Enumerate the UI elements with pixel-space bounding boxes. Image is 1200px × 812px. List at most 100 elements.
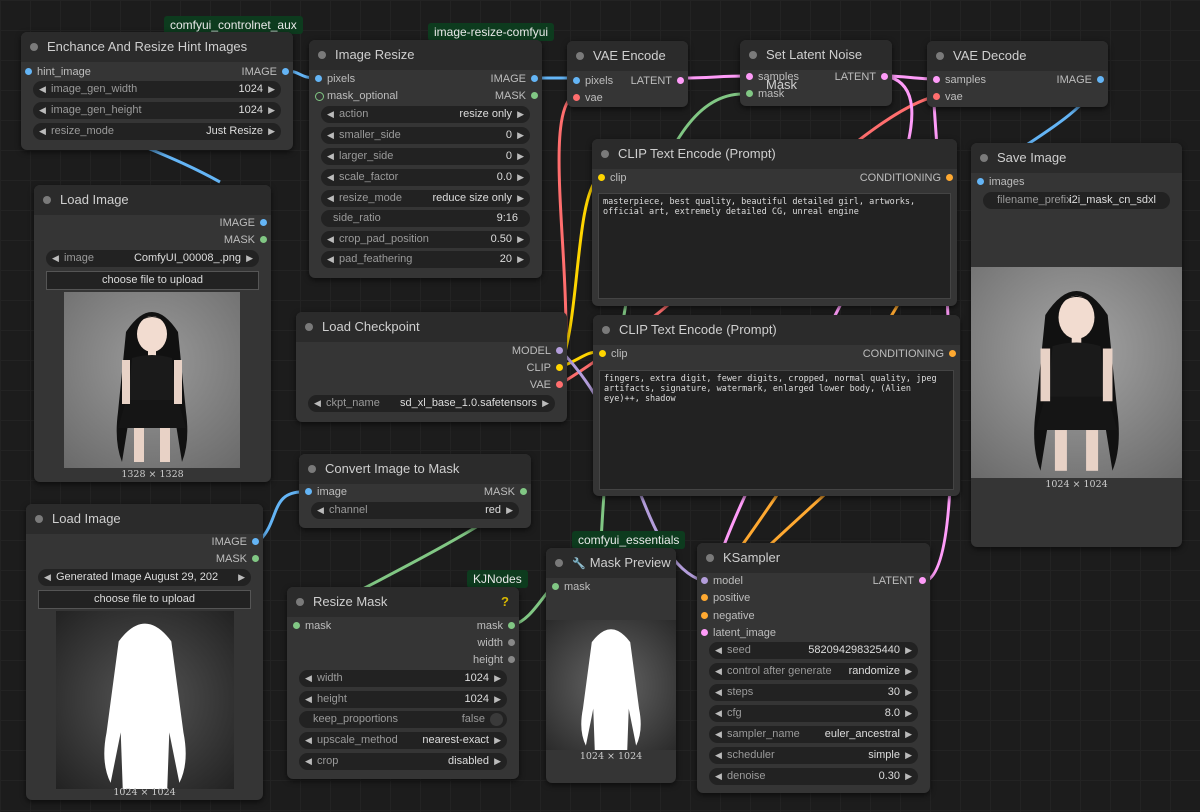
output-conditioning[interactable]: CONDITIONING <box>863 346 956 362</box>
input-negative[interactable]: negative <box>701 608 755 624</box>
input-model[interactable]: model <box>701 573 743 589</box>
widget-side-ratio[interactable]: side_ratio 9:16 <box>321 210 530 227</box>
node-title[interactable]: Image Resize <box>309 40 542 70</box>
increment-arrow[interactable]: ▶ <box>494 670 501 687</box>
widget-seed[interactable]: ◀ seed 582094298325440 ▶ <box>709 642 918 659</box>
widget-pad-feathering[interactable]: ◀ pad_feathering 20 ▶ <box>321 251 530 268</box>
decrement-arrow[interactable]: ◀ <box>327 190 334 207</box>
increment-arrow[interactable]: ▶ <box>517 127 524 144</box>
increment-arrow[interactable]: ▶ <box>905 747 912 764</box>
pin-conditioning[interactable] <box>701 612 708 619</box>
increment-arrow[interactable]: ▶ <box>268 123 275 140</box>
node-title[interactable]: CLIP Text Encode (Prompt) <box>593 315 960 345</box>
increment-arrow[interactable]: ▶ <box>905 705 912 722</box>
widget-ckpt-name[interactable]: ◀ ckpt_name sd_xl_base_1.0.safetensors ▶ <box>308 395 555 412</box>
pin-latent[interactable] <box>677 77 684 84</box>
decrement-arrow[interactable]: ◀ <box>327 231 334 248</box>
collapse-dot[interactable] <box>749 51 757 59</box>
input-mask[interactable]: mask <box>746 86 784 102</box>
node-mask-preview[interactable]: 🔧 Mask Preview mask 1024 × 1024 <box>546 548 676 783</box>
increment-arrow[interactable]: ▶ <box>494 732 501 749</box>
node-save-image[interactable]: Save Image images filename_prefix i2i_mas… <box>971 143 1182 547</box>
decrement-arrow[interactable]: ◀ <box>39 123 46 140</box>
input-hint-image[interactable]: hint_image <box>25 64 91 80</box>
input-vae[interactable]: vae <box>573 90 603 106</box>
widget-width[interactable]: ◀ width 1024 ▶ <box>299 670 507 687</box>
node-title[interactable]: KSampler <box>697 543 930 573</box>
pin-mask[interactable] <box>315 92 324 101</box>
node-title[interactable]: Save Image <box>971 143 1182 173</box>
collapse-dot[interactable] <box>308 465 316 473</box>
collapse-dot[interactable] <box>555 559 563 567</box>
increment-arrow[interactable]: ▶ <box>494 753 501 770</box>
widget-resize-mode[interactable]: ◀ resize_mode reduce size only ▶ <box>321 190 530 207</box>
widget-crop-pad-position[interactable]: ◀ crop_pad_position 0.50 ▶ <box>321 231 530 248</box>
help-icon[interactable]: ? <box>501 587 509 617</box>
widget-larger-side[interactable]: ◀ larger_side 0 ▶ <box>321 148 530 165</box>
collapse-dot[interactable] <box>318 51 326 59</box>
increment-arrow[interactable]: ▶ <box>246 250 253 267</box>
input-pixels[interactable]: pixels <box>315 71 355 87</box>
decrement-arrow[interactable]: ◀ <box>327 106 334 123</box>
output-latent[interactable]: LATENT <box>873 573 926 589</box>
widget-crop[interactable]: ◀ crop disabled ▶ <box>299 753 507 770</box>
increment-arrow[interactable]: ▶ <box>268 81 275 98</box>
output-image[interactable]: IMAGE <box>1057 72 1104 88</box>
pin-latent[interactable] <box>933 76 940 83</box>
increment-arrow[interactable]: ▶ <box>238 569 245 586</box>
pin-mask[interactable] <box>252 555 259 562</box>
decrement-arrow[interactable]: ◀ <box>327 148 334 165</box>
pin-latent[interactable] <box>881 73 888 80</box>
widget-channel[interactable]: ◀ channel red ▶ <box>311 502 519 519</box>
node-title[interactable]: Enchance And Resize Hint Images <box>21 32 293 62</box>
decrement-arrow[interactable]: ◀ <box>305 691 312 708</box>
input-clip[interactable]: clip <box>598 170 627 186</box>
input-image[interactable]: image <box>305 484 347 500</box>
choose-file-button[interactable]: choose file to upload <box>38 590 251 609</box>
pin-image[interactable] <box>305 488 312 495</box>
collapse-dot[interactable] <box>576 52 584 60</box>
input-pixels[interactable]: pixels <box>573 73 613 89</box>
widget-image-select[interactable]: ◀ image ComfyUI_00008_.png ▶ <box>46 250 259 267</box>
increment-arrow[interactable]: ▶ <box>517 251 524 268</box>
widget-image-gen-width[interactable]: ◀ image_gen_width 1024 ▶ <box>33 81 281 98</box>
widget-steps[interactable]: ◀ steps 30 ▶ <box>709 684 918 701</box>
collapse-dot[interactable] <box>30 43 38 51</box>
widget-scheduler[interactable]: ◀ scheduler simple ▶ <box>709 747 918 764</box>
prompt-textarea[interactable]: masterpiece, best quality, beautiful det… <box>598 193 951 299</box>
increment-arrow[interactable]: ▶ <box>905 768 912 785</box>
pin-mask[interactable] <box>552 583 559 590</box>
collapse-dot[interactable] <box>936 52 944 60</box>
collapse-dot[interactable] <box>601 150 609 158</box>
output-width[interactable]: width <box>477 635 515 651</box>
decrement-arrow[interactable]: ◀ <box>39 102 46 119</box>
input-mask[interactable]: mask <box>293 618 331 634</box>
choose-file-button[interactable]: choose file to upload <box>46 271 259 290</box>
pin-mask[interactable] <box>260 236 267 243</box>
decrement-arrow[interactable]: ◀ <box>314 395 321 412</box>
widget-filename-prefix[interactable]: filename_prefix i2i_mask_cn_sdxl <box>983 192 1170 209</box>
pin-image[interactable] <box>315 75 322 82</box>
collapse-dot[interactable] <box>43 196 51 204</box>
node-clip-text-encode-positive[interactable]: CLIP Text Encode (Prompt) clip CONDITION… <box>592 139 957 306</box>
output-image[interactable]: IMAGE <box>491 71 538 87</box>
widget-smaller-side[interactable]: ◀ smaller_side 0 ▶ <box>321 127 530 144</box>
increment-arrow[interactable]: ▶ <box>506 502 513 519</box>
pin-conditioning[interactable] <box>946 174 953 181</box>
toggle-switch[interactable] <box>490 713 503 726</box>
input-mask-optional[interactable]: mask_optional <box>315 88 398 104</box>
decrement-arrow[interactable]: ◀ <box>715 705 722 722</box>
prompt-textarea[interactable]: fingers, extra digit, fewer digits, crop… <box>599 370 954 490</box>
decrement-arrow[interactable]: ◀ <box>327 127 334 144</box>
node-load-checkpoint[interactable]: Load Checkpoint MODEL CLIP VAE ◀ ckpt_nam… <box>296 312 567 422</box>
pin-image[interactable] <box>260 219 267 226</box>
node-load-image-1[interactable]: Load Image IMAGE MASK ◀ image ComfyUI_0000… <box>34 185 271 482</box>
input-positive[interactable]: positive <box>701 590 750 606</box>
pin-vae[interactable] <box>556 381 563 388</box>
pin-model[interactable] <box>556 347 563 354</box>
output-latent[interactable]: LATENT <box>631 73 684 89</box>
output-mask[interactable]: MASK <box>224 232 267 248</box>
output-mask[interactable]: MASK <box>484 484 527 500</box>
widget-height[interactable]: ◀ height 1024 ▶ <box>299 691 507 708</box>
pin-conditioning[interactable] <box>949 350 956 357</box>
